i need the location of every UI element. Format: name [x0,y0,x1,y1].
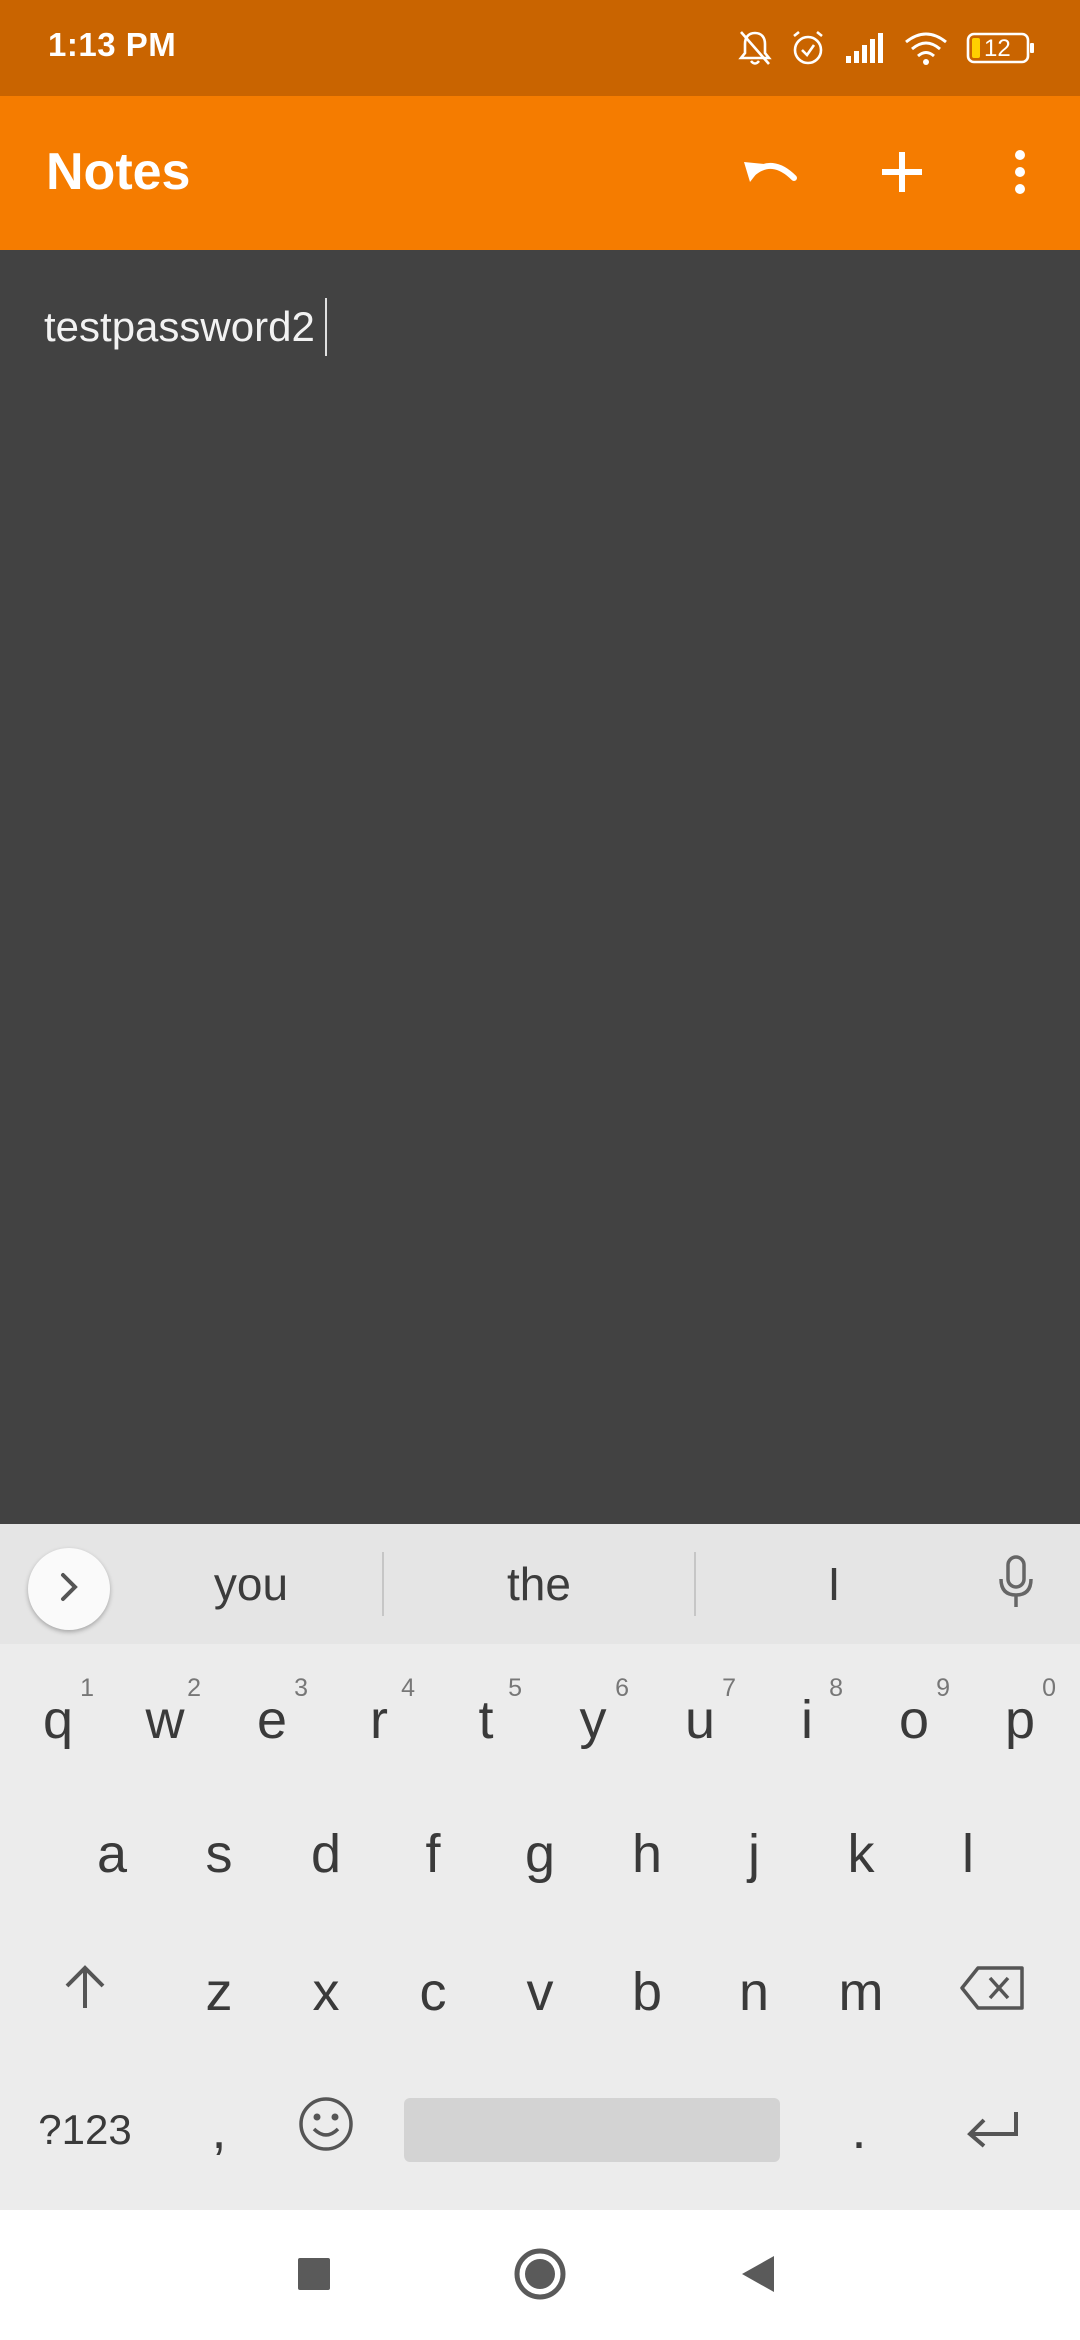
more-vert-icon [1012,148,1028,201]
key-d[interactable]: d [274,1796,378,1912]
key-j[interactable]: j [702,1796,806,1912]
navigation-bar [0,2210,1080,2340]
suggestion-bar: you the I [0,1524,1080,1644]
key-k[interactable]: k [809,1796,913,1912]
emoji-icon [297,2095,355,2166]
key-b[interactable]: b [595,1934,699,2050]
key-y[interactable]: y6 [541,1662,645,1778]
key-o[interactable]: o9 [862,1662,966,1778]
more-options-button[interactable] [982,136,1058,212]
key-r[interactable]: r4 [327,1662,431,1778]
key-q[interactable]: q1 [6,1662,110,1778]
square-icon [297,2257,331,2296]
key-n[interactable]: n [702,1934,806,2050]
key-a[interactable]: a [60,1796,164,1912]
undo-button[interactable] [734,136,810,212]
chevron-right-icon [57,1571,81,1608]
suggestion-2[interactable]: the [384,1524,694,1644]
status-time: 1:13 PM [48,26,177,63]
symbols-key[interactable]: ?123 [10,2072,160,2188]
add-button[interactable] [864,136,940,212]
recents-button[interactable] [274,2236,354,2316]
alarm-icon [790,29,826,67]
key-l[interactable]: l [916,1796,1020,1912]
enter-key[interactable] [918,2072,1068,2188]
key-h[interactable]: h [595,1796,699,1912]
key-w[interactable]: w2 [113,1662,217,1778]
home-button[interactable] [500,2236,580,2316]
key-x[interactable]: x [274,1934,378,2050]
key-f[interactable]: f [381,1796,485,1912]
undo-icon [742,152,802,197]
key-p[interactable]: p0 [968,1662,1072,1778]
key-g[interactable]: g [488,1796,592,1912]
shift-icon [63,1961,107,2023]
app-bar: Notes [0,96,1080,250]
keyboard: you the I q1 w2 e3 r4 t5 y6 u7 i8 o9 p0 … [0,1524,1080,2210]
add-icon [880,150,924,199]
key-comma[interactable]: , [167,2072,271,2188]
key-s[interactable]: s [167,1796,271,1912]
suggestion-1[interactable]: you [120,1524,382,1644]
status-bar: 1:13 PM 12 [0,0,1080,96]
battery-level: 12 [984,35,1011,62]
key-t[interactable]: t5 [434,1662,538,1778]
shift-key[interactable] [10,1934,160,2050]
key-m[interactable]: m [809,1934,913,2050]
signal-icon [844,32,886,64]
note-editor[interactable]: testpassword2 [0,250,1080,1524]
backspace-icon [960,1961,1026,2023]
backspace-key[interactable] [918,1934,1068,2050]
note-content: testpassword2 [44,303,315,350]
microphone-icon [997,1554,1035,1614]
wifi-icon [904,30,948,66]
bell-muted-icon [738,29,772,67]
app-title: Notes [46,143,191,201]
key-c[interactable]: c [381,1934,485,2050]
battery-icon: 12 [966,31,1036,65]
key-z[interactable]: z [167,1934,271,2050]
voice-input-button[interactable] [984,1552,1048,1616]
note-text[interactable]: testpassword2 [44,298,327,356]
home-circle-icon [513,2247,567,2306]
expand-toolbar-button[interactable] [28,1548,110,1630]
emoji-key[interactable] [274,2072,378,2188]
back-triangle-icon [740,2254,776,2299]
suggestion-3[interactable]: I [696,1524,972,1644]
back-button[interactable] [718,2236,798,2316]
key-period[interactable]: . [807,2072,911,2188]
key-u[interactable]: u7 [648,1662,752,1778]
text-caret [324,298,327,356]
key-v[interactable]: v [488,1934,592,2050]
status-icons: 12 [738,22,1036,74]
space-key[interactable] [404,2098,780,2162]
key-i[interactable]: i8 [755,1662,859,1778]
key-e[interactable]: e3 [220,1662,324,1778]
enter-icon [964,2099,1022,2161]
